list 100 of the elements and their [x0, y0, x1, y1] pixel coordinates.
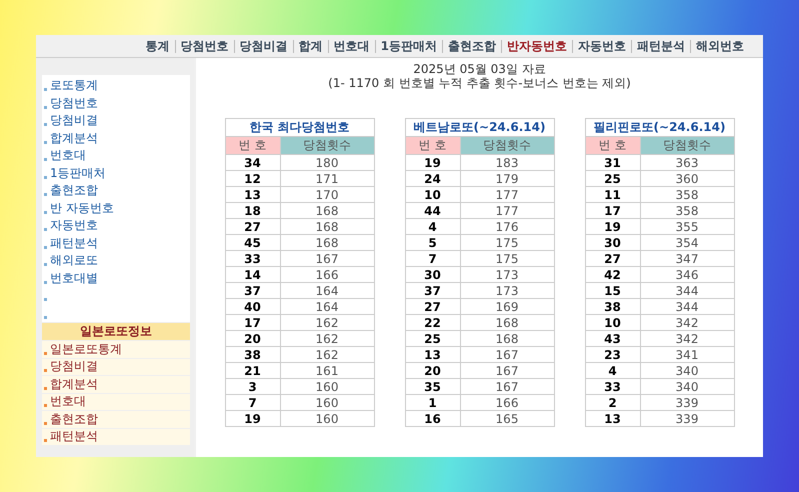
number-cell: 33: [585, 378, 640, 394]
nav-link[interactable]: 합계: [292, 40, 328, 52]
sidebar-link[interactable]: 당첨번호: [50, 94, 98, 112]
count-cell: 168: [460, 314, 554, 330]
sidebar-link[interactable]: 해외로또: [50, 252, 98, 270]
nav-link[interactable]: 출현조합: [442, 40, 501, 52]
nav-link[interactable]: 당첨비결: [234, 40, 293, 52]
bullet-icon: [44, 158, 47, 162]
number-cell: 19: [225, 410, 280, 426]
bullet-icon: [44, 106, 47, 109]
bullet-icon: [44, 404, 47, 408]
count-cell: 344: [640, 298, 734, 314]
sidebar-link[interactable]: 출현조합: [50, 182, 98, 200]
count-cell: 173: [460, 266, 554, 282]
count-cell: 360: [640, 170, 734, 186]
sidebar-link[interactable]: 패턴분석: [50, 234, 98, 252]
sidebar-link[interactable]: 자동번호: [50, 217, 98, 234]
column-header: 번 호: [225, 136, 280, 154]
number-cell: 31: [585, 154, 640, 170]
bullet-icon: [44, 123, 47, 126]
count-cell: 342: [640, 330, 734, 346]
sidebar-link[interactable]: 당첨비결: [50, 112, 98, 130]
number-cell: 11: [585, 186, 640, 202]
number-cell: 1: [405, 394, 460, 410]
bullet-icon: [44, 369, 47, 372]
nav-link[interactable]: 1등판매처: [374, 40, 442, 52]
count-cell: 160: [280, 410, 374, 426]
number-cell: 20: [225, 330, 280, 346]
count-cell: 177: [460, 186, 554, 202]
bullet-icon: [44, 298, 47, 302]
count-cell: 183: [460, 154, 554, 170]
number-cell: 25: [405, 330, 460, 346]
sidebar-link[interactable]: 당첨비결: [50, 358, 98, 376]
count-cell: 340: [640, 362, 734, 378]
nav-link[interactable]: 통계: [140, 40, 175, 52]
count-cell: 167: [460, 378, 554, 394]
count-cell: 346: [640, 266, 734, 282]
count-cell: 168: [280, 202, 374, 218]
sidebar-section-title: 일본로또정보: [42, 323, 190, 340]
count-cell: 179: [460, 170, 554, 186]
sidebar-link[interactable]: 번호대: [50, 147, 86, 164]
sidebar-link[interactable]: 로또통계: [50, 77, 98, 94]
column-header: 당첨횟수: [460, 136, 554, 154]
number-cell: 38: [585, 298, 640, 314]
nav-link[interactable]: 당첨번호: [174, 40, 234, 52]
sidebar-link[interactable]: 1등판매처: [50, 164, 106, 182]
column-header: 번 호: [405, 136, 460, 154]
number-cell: 3: [225, 378, 280, 394]
bullet-icon: [44, 439, 47, 442]
count-cell: 169: [460, 298, 554, 314]
count-cell: 166: [280, 266, 374, 282]
table-title: 한국 최다당첨번호: [225, 118, 374, 136]
nav-link[interactable]: 번호대: [328, 40, 375, 52]
sidebar-link[interactable]: 출현조합: [50, 410, 98, 428]
bullet-icon: [44, 246, 47, 249]
number-cell: 37: [405, 282, 460, 298]
count-cell: 168: [460, 330, 554, 346]
number-cell: 27: [585, 250, 640, 266]
count-cell: 177: [460, 202, 554, 218]
sidebar-link[interactable]: 번호대별: [50, 270, 98, 287]
bullet-icon: [44, 210, 47, 214]
bullet-icon: [44, 140, 47, 144]
count-cell: 358: [640, 186, 734, 202]
count-cell: 162: [280, 314, 374, 330]
sidebar-link[interactable]: 패턴분석: [50, 428, 98, 446]
bullet-icon: [44, 352, 47, 355]
count-cell: 339: [640, 410, 734, 426]
number-cell: 42: [585, 266, 640, 282]
number-cell: 13: [405, 346, 460, 362]
number-cell: 21: [225, 362, 280, 378]
sidebar-link[interactable]: 번호대: [50, 393, 86, 410]
count-cell: 161: [280, 362, 374, 378]
number-cell: 10: [405, 186, 460, 202]
sidebar-link[interactable]: 합계분석: [50, 130, 98, 147]
count-cell: 175: [460, 234, 554, 250]
nav-link[interactable]: 해외번호: [690, 40, 749, 52]
bullet-icon: [44, 263, 47, 266]
nav-link[interactable]: 반자동번호: [501, 40, 572, 52]
bullet-icon: [44, 193, 47, 196]
column-header: 당첨횟수: [280, 136, 374, 154]
number-cell: 19: [405, 154, 460, 170]
count-cell: 171: [280, 170, 374, 186]
column-header: 번 호: [585, 136, 640, 154]
sidebar-link[interactable]: 일본로또통계: [50, 340, 122, 358]
nav-link[interactable]: 패턴분석: [631, 40, 690, 52]
count-cell: 162: [280, 330, 374, 346]
bullet-icon: [44, 422, 47, 425]
sidebar-link[interactable]: 합계분석: [50, 376, 98, 393]
count-cell: 358: [640, 202, 734, 218]
nav-link[interactable]: 자동번호: [572, 40, 631, 52]
number-cell: 10: [585, 314, 640, 330]
number-cell: 22: [405, 314, 460, 330]
count-cell: 166: [460, 394, 554, 410]
count-cell: 167: [280, 250, 374, 266]
sidebar-link[interactable]: 반 자동번호: [50, 200, 114, 217]
number-cell: 37: [225, 282, 280, 298]
number-cell: 2: [585, 394, 640, 410]
number-cell: 45: [225, 234, 280, 250]
number-cell: 4: [585, 362, 640, 378]
count-cell: 341: [640, 346, 734, 362]
